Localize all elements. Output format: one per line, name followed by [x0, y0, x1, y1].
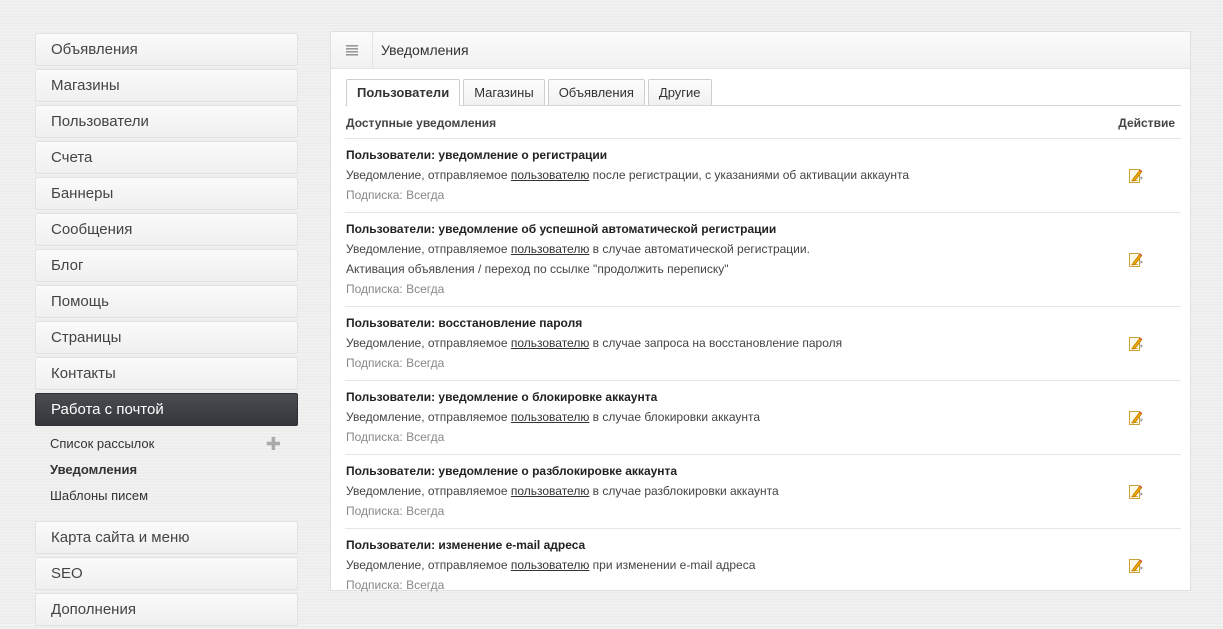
- edit-pencil-icon[interactable]: [1128, 168, 1144, 184]
- nav-item-shops[interactable]: Магазины: [35, 69, 298, 102]
- notification-description: Уведомление, отправляемое пользователю п…: [346, 555, 1181, 575]
- nav-item-sitemap[interactable]: Карта сайта и меню: [35, 521, 298, 554]
- nav-item-addons[interactable]: Дополнения: [35, 593, 298, 626]
- table-row: Пользователи: уведомление о разблокировк…: [345, 455, 1181, 529]
- notification-title: Пользователи: уведомление о разблокировк…: [346, 464, 678, 478]
- users-link[interactable]: пользователю: [511, 242, 590, 256]
- edit-pencil-icon[interactable]: [1128, 410, 1144, 426]
- description-text: в случае автоматической регистрации.: [589, 242, 810, 256]
- edit-pencil-icon[interactable]: [1128, 336, 1144, 352]
- table-row: Пользователи: уведомление о регистрации …: [345, 139, 1181, 213]
- subnav-mail: Список рассылок ✚ Уведомления Шаблоны пи…: [35, 429, 298, 521]
- notifications-panel: Уведомления Пользователи Магазины Объявл…: [330, 31, 1191, 592]
- page-title: Уведомления: [381, 42, 469, 58]
- nav-item-help[interactable]: Помощь: [35, 285, 298, 318]
- notification-description: Уведомление, отправляемое пользователю в…: [346, 407, 1181, 427]
- column-header-action: Действие: [1118, 116, 1175, 130]
- sidebar: Объявления Магазины Пользователи Счета Б…: [35, 33, 298, 629]
- tab-users[interactable]: Пользователи: [346, 79, 461, 106]
- notification-description: Уведомление, отправляемое пользователю в…: [346, 333, 1181, 353]
- subnav-item-label: Список рассылок: [50, 436, 155, 451]
- subscription-text: Подписка: Всегда: [346, 430, 445, 444]
- notification-title: Пользователи: уведомление о регистрации: [346, 148, 608, 162]
- notification-description: Уведомление, отправляемое пользователю в…: [346, 481, 1181, 501]
- list-menu-icon[interactable]: [331, 32, 373, 68]
- subscription-text: Подписка: Всегда: [346, 356, 445, 370]
- description-text: в случае запроса на восстановление парол…: [589, 336, 843, 350]
- users-link[interactable]: пользователю: [511, 558, 590, 572]
- edit-pencil-icon[interactable]: [1128, 558, 1144, 574]
- tabs: Пользователи Магазины Объявления Другие: [345, 79, 1181, 106]
- table-header: Доступные уведомления Действие: [345, 112, 1181, 139]
- nav-item-blog[interactable]: Блог: [35, 249, 298, 282]
- panel-header: Уведомления: [331, 32, 1190, 69]
- nav-item-users[interactable]: Пользователи: [35, 105, 298, 138]
- nav-item-messages[interactable]: Сообщения: [35, 213, 298, 246]
- description-text: Уведомление, отправляемое: [346, 558, 511, 572]
- table-row: Пользователи: восстановление пароля Увед…: [345, 307, 1181, 381]
- description-text: Уведомление, отправляемое: [346, 410, 511, 424]
- tab-shops[interactable]: Магазины: [463, 79, 545, 105]
- description-text: в случае блокировки аккаунта: [589, 410, 761, 424]
- description-text: при изменении e-mail адреса: [589, 558, 756, 572]
- subnav-item-notifications[interactable]: Уведомления: [35, 459, 298, 485]
- description-text: Уведомление, отправляемое: [346, 242, 511, 256]
- subscription-text: Подписка: Всегда: [346, 282, 445, 296]
- users-link[interactable]: пользователю: [511, 336, 590, 350]
- nav-item-seo[interactable]: SEO: [35, 557, 298, 590]
- notification-description: Уведомление, отправляемое пользователю п…: [346, 165, 1181, 185]
- notification-description-extra: Активация объявления / переход по ссылке…: [346, 262, 729, 276]
- description-text: Уведомление, отправляемое: [346, 336, 511, 350]
- column-header-available: Доступные уведомления: [346, 116, 497, 130]
- description-text: Уведомление, отправляемое: [346, 484, 511, 498]
- subnav-item-templates[interactable]: Шаблоны писем: [35, 485, 298, 511]
- edit-pencil-icon[interactable]: [1128, 484, 1144, 500]
- users-link[interactable]: пользователю: [511, 168, 590, 182]
- plus-icon[interactable]: ✚: [266, 433, 281, 455]
- table-row: Пользователи: уведомление о блокировке а…: [345, 381, 1181, 455]
- nav-item-banners[interactable]: Баннеры: [35, 177, 298, 210]
- notification-description: Уведомление, отправляемое пользователю в…: [346, 239, 1181, 259]
- description-text: после регистрации, с указаниями об актив…: [589, 168, 910, 182]
- description-text: в случае разблокировки аккаунта: [589, 484, 779, 498]
- subscription-text: Подписка: Всегда: [346, 188, 445, 202]
- nav-item-bills[interactable]: Счета: [35, 141, 298, 174]
- subscription-text: Подписка: Всегда: [346, 504, 445, 518]
- users-link[interactable]: пользователю: [511, 410, 590, 424]
- tab-ads[interactable]: Объявления: [547, 79, 645, 105]
- notification-title: Пользователи: уведомление об успешной ав…: [346, 222, 777, 236]
- nav-item-contacts[interactable]: Контакты: [35, 357, 298, 390]
- nav-item-mail[interactable]: Работа с почтой: [35, 393, 298, 426]
- notification-title: Пользователи: уведомление о блокировке а…: [346, 390, 658, 404]
- notifications-table: Доступные уведомления Действие Пользоват…: [345, 112, 1181, 602]
- table-row: Пользователи: изменение e-mail адреса Ув…: [345, 529, 1181, 602]
- edit-pencil-icon[interactable]: [1128, 252, 1144, 268]
- users-link[interactable]: пользователю: [511, 484, 590, 498]
- notification-title: Пользователи: изменение e-mail адреса: [346, 538, 586, 552]
- description-text: Уведомление, отправляемое: [346, 168, 511, 182]
- subscription-text: Подписка: Всегда: [346, 578, 445, 592]
- table-row: Пользователи: уведомление об успешной ав…: [345, 213, 1181, 307]
- notification-title: Пользователи: восстановление пароля: [346, 316, 583, 330]
- nav-item-pages[interactable]: Страницы: [35, 321, 298, 354]
- tab-other[interactable]: Другие: [647, 79, 712, 105]
- subnav-item-mailing-lists[interactable]: Список рассылок ✚: [35, 433, 298, 459]
- nav-item-ads[interactable]: Объявления: [35, 33, 298, 66]
